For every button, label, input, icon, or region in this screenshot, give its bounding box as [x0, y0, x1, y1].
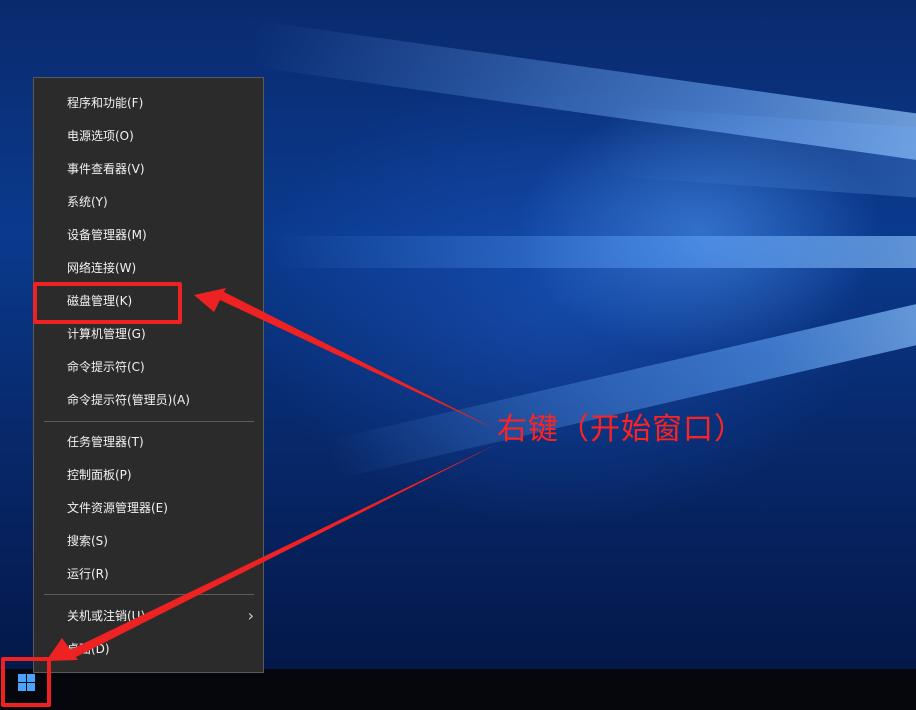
arrow-to-start-button [70, 444, 497, 658]
annotation-label: 右键（开始窗口） [497, 412, 745, 447]
arrow-to-disk-management [220, 292, 497, 430]
annotation-arrows [46, 288, 497, 661]
